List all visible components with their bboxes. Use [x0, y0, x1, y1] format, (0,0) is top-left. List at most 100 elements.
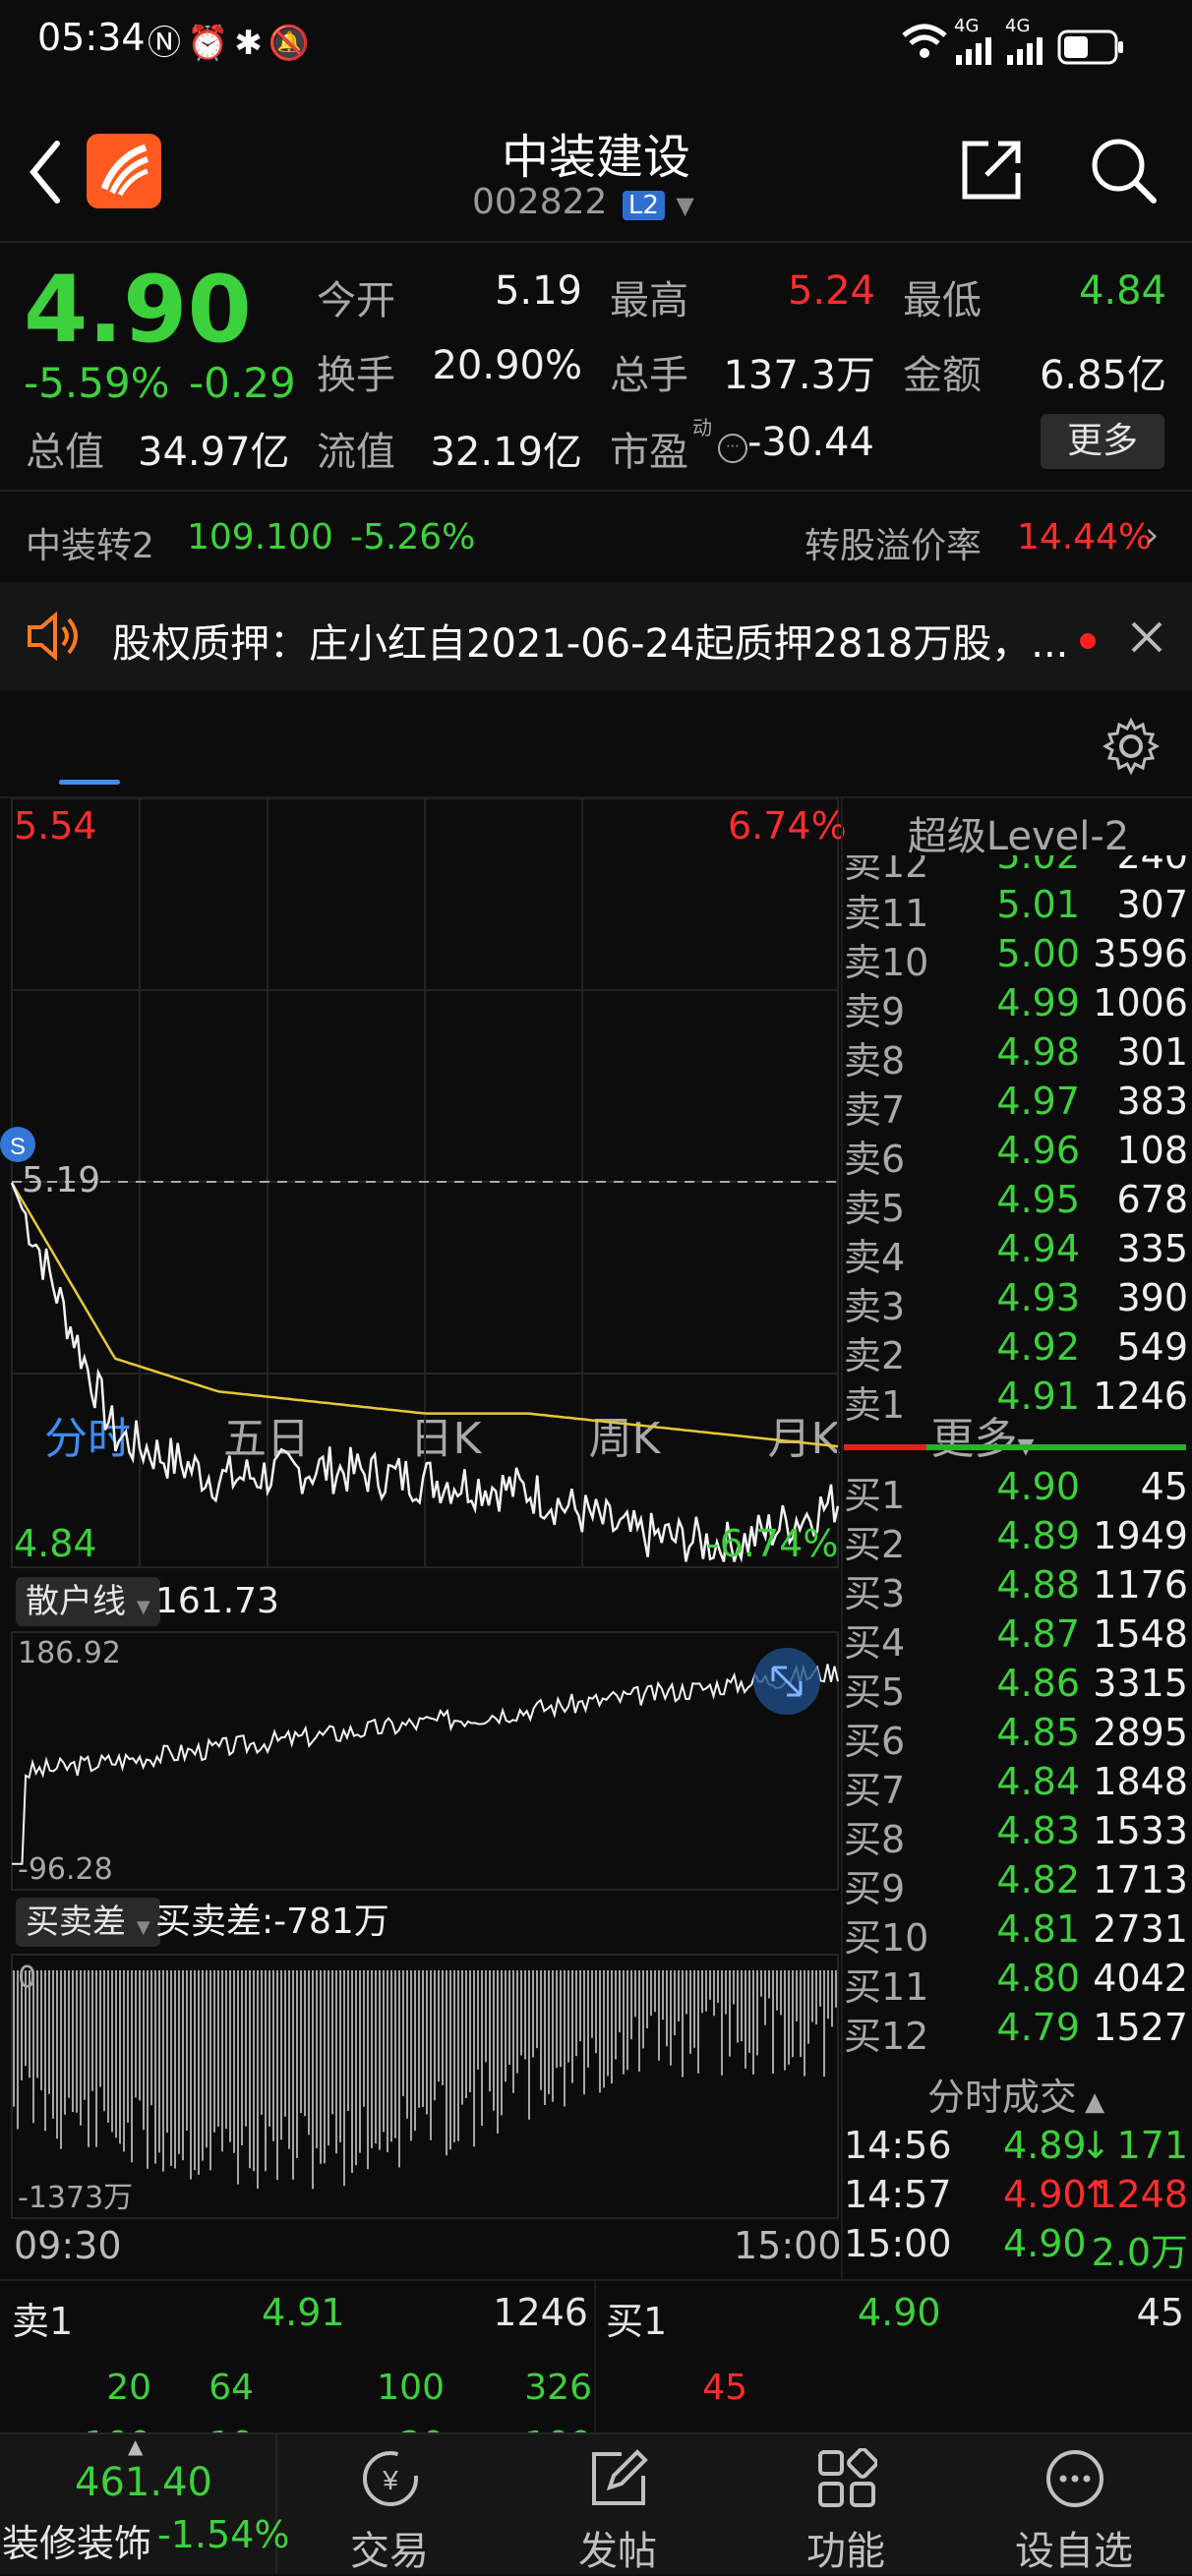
convertible-row[interactable]: 中装转2 109.100 -5.26% 转股溢价率 14.44% ›	[0, 492, 1192, 582]
ask-row[interactable]: 卖3 4.93 390	[844, 1276, 1188, 1328]
trade-price: 4.89	[1003, 2124, 1087, 2167]
bid-row[interactable]: 买1 4.90 45	[844, 1465, 1188, 1517]
bid-volume: 1848	[1093, 1760, 1188, 1803]
mktcap-label: 总值	[26, 430, 104, 475]
last-price: 4.90	[24, 257, 252, 364]
nav-functions[interactable]: 功能	[732, 2438, 960, 2574]
trade-volume: 171	[1116, 2124, 1188, 2167]
ask-volume: 1246	[1093, 1375, 1188, 1418]
ask-order: 326	[524, 2368, 592, 2408]
ask-row[interactable]: 卖7 4.97 383	[844, 1080, 1188, 1132]
pe-label: 市盈	[610, 430, 688, 475]
stock-code-row[interactable]: 002822 L2 ▼	[472, 182, 728, 222]
bid-row[interactable]: 买12 4.79 1527	[844, 2006, 1188, 2058]
trade-time: 14:57	[844, 2173, 952, 2216]
gear-icon[interactable]	[1102, 717, 1161, 776]
queue-ask-vol: 1246	[493, 2291, 588, 2334]
ask-row[interactable]: 卖5 4.95 678	[844, 1178, 1188, 1230]
trade-price: 4.90	[1003, 2222, 1087, 2265]
bid-price: 4.85	[996, 1711, 1080, 1754]
nav-trade[interactable]: ¥ 交易	[275, 2438, 504, 2574]
bid-row[interactable]: 买9 4.82 1713	[844, 1858, 1188, 1910]
bid-level: 买1	[844, 1474, 906, 1517]
order-book-title[interactable]: 超级Level-2	[843, 804, 1192, 861]
ask-price: 4.99	[996, 981, 1080, 1025]
bid-level: 买10	[844, 1916, 929, 1960]
app-logo	[87, 134, 161, 208]
bid-row[interactable]: 买3 4.88 1176	[844, 1563, 1188, 1615]
ask-price: 4.93	[996, 1276, 1080, 1319]
trades-header[interactable]: 分时成交 ▲	[844, 2067, 1188, 2121]
bid-price: 4.82	[996, 1858, 1080, 1902]
chevron-right-icon: ›	[1145, 515, 1160, 556]
bid-price: 4.81	[996, 1907, 1080, 1951]
queue-bid-vol: 45	[1136, 2291, 1184, 2334]
bid-row[interactable]: 买2 4.89 1949	[844, 1514, 1188, 1566]
notice-bar[interactable]: 股权质押：庄小红自2021-06-24起质押2818万股，...	[0, 582, 1192, 690]
status-bar: 05:34 Ⓝ⏰✱🔕 4G 4G	[0, 0, 1192, 98]
battery-icon	[1057, 29, 1123, 65]
ask-row[interactable]: 卖12 5.02 240	[844, 855, 1188, 886]
bid-row[interactable]: 买11 4.80 4042	[844, 1957, 1188, 2009]
bid-volume: 1548	[1093, 1612, 1188, 1656]
ask-volume: 108	[1116, 1129, 1188, 1172]
search-icon[interactable]	[1087, 134, 1160, 206]
ask-row[interactable]: 卖6 4.96 108	[844, 1129, 1188, 1181]
ask-price: 5.02	[996, 855, 1080, 877]
status-time: 05:34	[37, 16, 146, 59]
bid-row[interactable]: 买7 4.84 1848	[844, 1760, 1188, 1812]
ask-level: 卖11	[844, 892, 929, 935]
open-value: 5.19	[494, 268, 582, 314]
ask-volume: 390	[1116, 1276, 1188, 1319]
level-badge: L2	[622, 191, 665, 220]
turnover-label: 换手	[317, 353, 395, 398]
nav-watchlist[interactable]: 设自选	[960, 2438, 1188, 2574]
more-button[interactable]: 更多	[1041, 414, 1164, 469]
back-icon[interactable]	[26, 138, 65, 206]
ask-row[interactable]: 卖4 4.94 335	[844, 1227, 1188, 1279]
queue-ask-label: 卖1	[12, 2300, 74, 2343]
bid-row[interactable]: 买5 4.86 3315	[844, 1662, 1188, 1714]
header: 中装建设 002822 L2 ▼	[0, 98, 1192, 241]
ask-level: 卖7	[844, 1088, 906, 1132]
quote-panel: 4.90 -5.59% -0.29 今开 5.19 最高 5.24 最低 4.8…	[0, 243, 1192, 489]
ask-level: 卖9	[844, 990, 906, 1033]
ask-level: 卖5	[844, 1187, 906, 1230]
bid-price: 4.90	[996, 1465, 1080, 1508]
ask-row[interactable]: 卖11 5.01 307	[844, 883, 1188, 935]
ask-row[interactable]: 卖9 4.99 1006	[844, 981, 1188, 1033]
more-circle-icon	[1046, 2450, 1103, 2507]
ask-level: 卖6	[844, 1138, 906, 1181]
ask-price: 4.94	[996, 1227, 1080, 1270]
bid-price: 4.83	[996, 1809, 1080, 1852]
bid-row[interactable]: 买8 4.83 1533	[844, 1809, 1188, 1861]
ask-row[interactable]: 卖2 4.92 549	[844, 1325, 1188, 1377]
chevron-up-icon: ▲	[1076, 2087, 1105, 2117]
ask-volume: 678	[1116, 1178, 1188, 1221]
float-value: 32.19亿	[430, 430, 582, 475]
bid-row[interactable]: 买4 4.87 1548	[844, 1612, 1188, 1665]
bid-level: 买3	[844, 1572, 906, 1615]
nav-post[interactable]: 发帖	[504, 2438, 732, 2574]
bid-row[interactable]: 买10 4.81 2731	[844, 1907, 1188, 1960]
svg-text:¥: ¥	[382, 2465, 398, 2495]
close-icon[interactable]	[1127, 617, 1166, 657]
amount-value: 6.85亿	[1039, 353, 1166, 398]
ask-level: 卖4	[844, 1236, 906, 1279]
change-abs: -0.29	[189, 359, 296, 407]
queue-panel: 卖1 4.91 1246 买1 4.90 45 20 64 100 326 45…	[0, 2281, 1192, 2465]
bid-level: 买6	[844, 1720, 906, 1763]
bid-level: 买5	[844, 1670, 906, 1714]
chevron-up-icon: ▲	[128, 2434, 144, 2458]
ask-row[interactable]: 卖10 5.00 3596	[844, 932, 1188, 984]
ask-row[interactable]: 卖8 4.98 301	[844, 1030, 1188, 1083]
bid-row[interactable]: 买6 4.85 2895	[844, 1711, 1188, 1763]
pe-superscript: 动	[692, 416, 712, 439]
share-icon[interactable]	[959, 136, 1028, 205]
index-widget[interactable]: ▲ 461.40 装修装饰 -1.54%	[0, 2434, 289, 2574]
trade-price: 4.90	[1003, 2173, 1087, 2216]
bid-list: 买1 4.90 45 买2 4.89 1949 买3 4.88 1176 买4 4.87 1548 买5…	[0, 1465, 1192, 2058]
info-icon[interactable]: ⋯	[718, 434, 747, 463]
ask-row[interactable]: 卖1 4.91 1246	[844, 1375, 1188, 1427]
nav-functions-label: 功能	[806, 2529, 885, 2574]
